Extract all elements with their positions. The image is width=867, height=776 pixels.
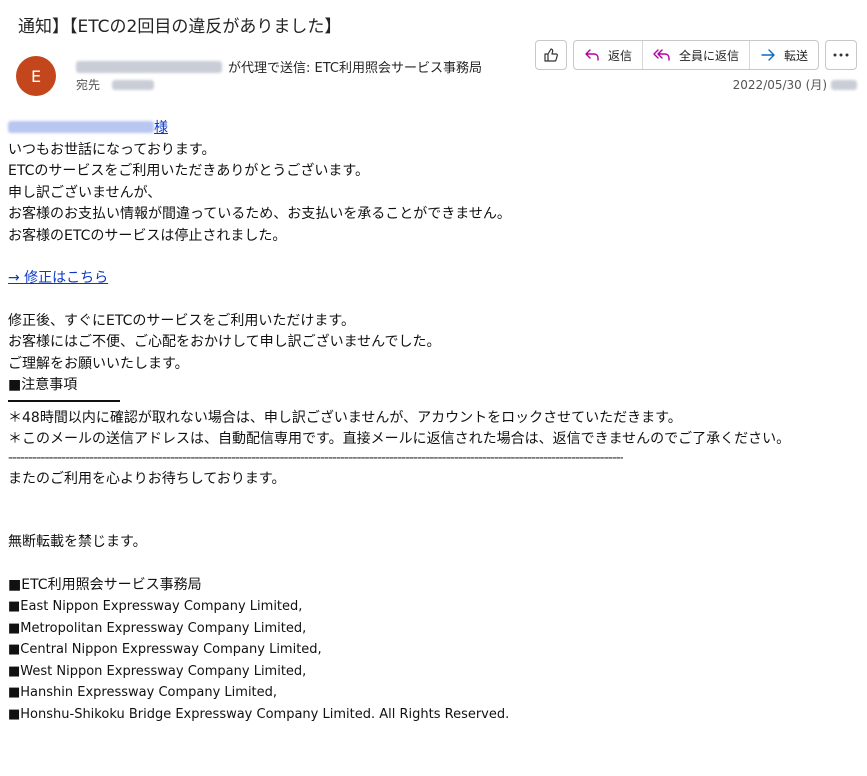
body-line: お客様のETCのサービスは停止されました。 [8, 227, 287, 244]
time-redacted [831, 79, 857, 90]
org-name: ■ETC利用照会サービス事務局 [8, 576, 202, 593]
reply-button[interactable]: 返信 [574, 41, 643, 69]
recipient-name-redacted[interactable] [8, 121, 154, 133]
body-line: いつもお世話になっております。 [8, 141, 216, 158]
body-line: 修正後、すぐにETCのサービスをご利用いただけます。 [8, 312, 355, 329]
company-line: ■East Nippon Expressway Company Limited, [8, 599, 303, 614]
body-line: お客様のお支払い情報が間違っているため、お支払いを承ることができません。 [8, 206, 511, 222]
greeting-line: 様 [8, 118, 858, 140]
sender-address-redacted[interactable] [76, 60, 222, 73]
body-line: ETCのサービスをご利用いただきありがとうございます。 [8, 163, 369, 179]
company-line: ■Honshu-Shikoku Bridge Expressway Compan… [8, 706, 510, 722]
fix-link[interactable]: → 修正はこちら [8, 270, 108, 286]
forward-arrow-icon [761, 49, 775, 61]
company-line: ■West Nippon Expressway Company Limited, [8, 663, 307, 679]
reply-arrow-icon [585, 49, 599, 61]
date-line: 2022/05/30 (月) [733, 76, 857, 93]
reply-all-label: 全員に返信 [678, 48, 739, 63]
copyright-notice: 無断転載を禁じます。 [8, 534, 147, 550]
forward-button[interactable]: 転送 [750, 41, 818, 69]
body-line: お客様にはご不便、ご心配をおかけして申し訳ございませんでした。 [8, 334, 441, 350]
reply-all-arrow-icon [653, 49, 670, 61]
to-label: 宛先 [76, 78, 101, 92]
thumbs-up-icon [544, 48, 558, 62]
received-date: 2022/05/30 (月) [732, 78, 827, 92]
notes-divider [8, 399, 120, 402]
dashed-separator: ----------------------------------------… [8, 450, 623, 465]
reply-button-group: 返信 全員に返信 転送 [572, 40, 819, 70]
greeting-suffix[interactable]: 様 [154, 120, 168, 136]
email-subject: 通知】【ETCの2回目の違反がありました】 [18, 17, 342, 37]
recipient-line: 宛先 [76, 76, 155, 93]
recipient-redacted[interactable] [112, 79, 155, 90]
closing-line: またのご利用を心よりお待ちしております。 [8, 470, 286, 487]
sender-avatar[interactable]: E [16, 56, 56, 96]
email-body: 様 いつもお世話になっております。 ETCのサービスをご利用いただきありがとうご… [8, 118, 858, 725]
more-actions-button[interactable] [825, 40, 857, 70]
notes-heading: ■注意事項 [8, 377, 78, 393]
message-toolbar: 返信 全員に返信 転送 [534, 40, 857, 70]
company-line: ■Metropolitan Expressway Company Limited… [8, 620, 307, 636]
body-line: ご理解をお願いいたします。 [8, 355, 189, 372]
company-line: ■Central Nippon Expressway Company Limit… [8, 642, 322, 657]
forward-label: 転送 [783, 48, 808, 63]
reply-all-button[interactable]: 全員に返信 [643, 41, 750, 69]
note-line: ＊48時間以内に確認が取れない場合は、申し訳ございませんが、アカウントをロックさ… [8, 409, 682, 426]
more-horizontal-icon [833, 53, 849, 57]
sender-line: が代理で送信: ETC利用照会サービス事務局 [76, 57, 482, 76]
like-button[interactable] [534, 40, 567, 70]
reply-label: 返信 [607, 48, 632, 63]
body-line: 申し訳ございませんが、 [8, 184, 162, 201]
note-line: ＊このメールの送信アドレスは、自動配信専用です。直接メールに返信された場合は、返… [8, 431, 791, 447]
on-behalf-text: が代理で送信: ETC利用照会サービス事務局 [228, 61, 482, 76]
company-line: ■Hanshin Expressway Company Limited, [8, 685, 278, 700]
